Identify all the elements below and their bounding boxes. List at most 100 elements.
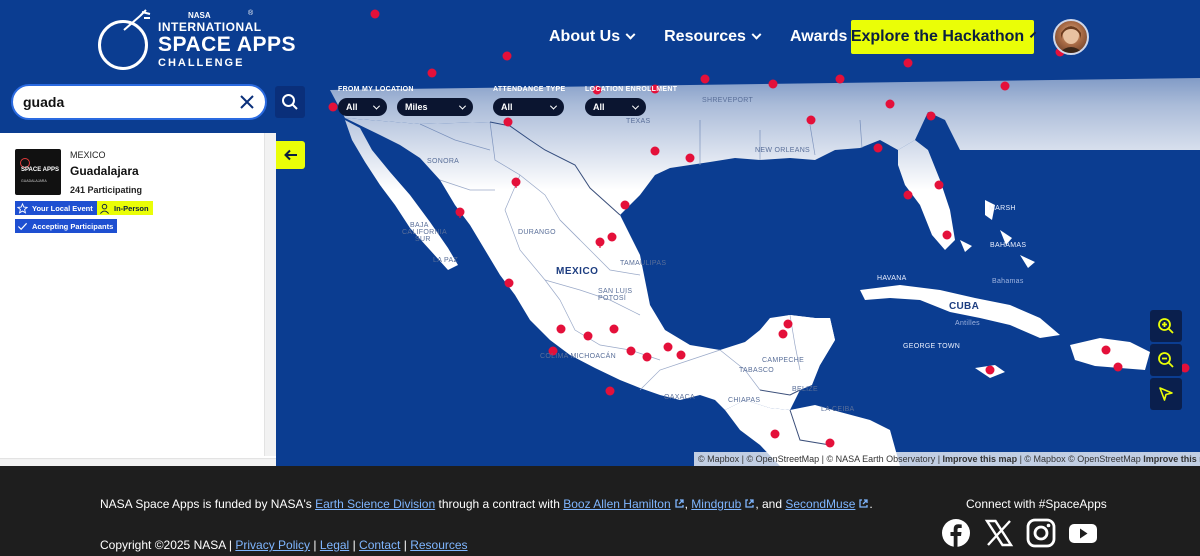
badge-local-event: Your Local Event <box>15 201 97 215</box>
map-label-george-town: GEORGE TOWN <box>903 343 961 350</box>
location-all-select[interactable]: All <box>338 98 387 116</box>
filter-location: FROM MY LOCATION All Miles <box>338 86 473 116</box>
user-avatar[interactable] <box>1053 19 1089 55</box>
resources-link[interactable]: Resources <box>410 538 467 552</box>
enrollment-value: All <box>593 102 605 112</box>
logo-line-2: SPACE APPS <box>158 33 297 56</box>
results-scrollbar[interactable] <box>264 133 276 456</box>
search-input[interactable] <box>23 94 223 110</box>
copyright-line: Copyright ©2025 NASA | Privacy Policy | … <box>100 538 468 552</box>
collapse-panel-button[interactable] <box>276 141 305 169</box>
map-label-tamaulipas: TAMAULIPAS <box>620 260 667 267</box>
event-participants: 241 Participating <box>70 185 143 195</box>
facebook-icon[interactable] <box>941 518 971 548</box>
map-label-la-ceiba: LA CEIBA <box>821 406 855 413</box>
map-label-potosi: POTOSÍ <box>598 295 627 302</box>
and-text: , and <box>755 497 786 511</box>
space-apps-logo[interactable]: NASA INTERNATIONAL SPACE APPS CHALLENGE … <box>98 8 296 70</box>
map-label-la-paz: LA PAZ <box>433 257 459 264</box>
nav-resources[interactable]: Resources <box>664 28 762 46</box>
map-label-durango: DURANGO <box>518 229 556 236</box>
external-link-icon <box>745 499 754 508</box>
badge-in-person: In-Person <box>97 201 153 215</box>
attr-mapbox-2[interactable]: © Mapbox <box>1024 454 1065 464</box>
attr-osm[interactable]: © OpenStreetMap <box>747 454 820 464</box>
map-label-baja: BAJA <box>410 222 429 229</box>
instagram-icon[interactable] <box>1026 518 1056 548</box>
logo-line-3: CHALLENGE <box>158 57 245 69</box>
distance-unit-select[interactable]: Miles <box>397 98 473 116</box>
map-label-new-orleans: NEW ORLEANS <box>755 147 811 154</box>
zoom-in-icon <box>1158 318 1174 334</box>
contact-link[interactable]: Contact <box>359 538 400 552</box>
attr-osm-2[interactable]: © OpenStreetMap <box>1068 454 1141 464</box>
map-label-bahamas: BAHAMAS <box>990 242 1027 249</box>
chevron-down-icon <box>372 102 381 110</box>
map-label-baja-2: CALIFORNIA <box>402 229 448 236</box>
legal-link[interactable]: Legal <box>320 538 349 552</box>
thumb-title: SPACE APPS <box>21 167 60 173</box>
map-label-cuba: CUBA <box>949 301 980 312</box>
map-label-san-luis: SAN LUIS <box>598 288 633 295</box>
filter-location-label: FROM MY LOCATION <box>338 86 414 93</box>
attr-nasa[interactable]: © NASA Earth Observatory <box>827 454 936 464</box>
attendance-type-value: All <box>501 102 513 112</box>
close-icon[interactable] <box>239 94 255 110</box>
logo-nasa: NASA <box>188 11 211 20</box>
explore-hackathon-button[interactable]: Explore the Hackathon <box>850 20 1037 54</box>
copyright-text: Copyright ©2025 NASA | <box>100 538 236 552</box>
attendance-type-select[interactable]: All <box>493 98 564 116</box>
attr-improve-2[interactable]: Improve this map <box>1143 454 1200 464</box>
bah-link[interactable]: Booz Allen Hamilton <box>563 497 670 511</box>
enrollment-select[interactable]: All <box>585 98 646 116</box>
map-label-chiapas: CHIAPAS <box>728 397 761 404</box>
main-nav: About Us Resources Awards <box>549 20 891 54</box>
privacy-policy-link[interactable]: Privacy Policy <box>235 538 310 552</box>
event-thumbnail: SPACE APPS GUADALAJARA <box>15 149 61 195</box>
contract-text: through a contract with <box>435 497 564 511</box>
connect-heading: Connect with #SpaceApps <box>966 497 1107 511</box>
x-twitter-icon[interactable] <box>984 518 1014 548</box>
funding-prefix: NASA Space Apps is funded by NASA's <box>100 497 316 511</box>
filter-attendance-label: ATTENDANCE TYPE <box>493 86 566 93</box>
logo-rocket-icon <box>123 9 151 31</box>
mindgrub-link[interactable]: Mindgrub <box>691 497 741 511</box>
zoom-in-button[interactable] <box>1150 310 1182 342</box>
distance-unit-value: Miles <box>405 102 428 112</box>
person-icon <box>100 203 109 214</box>
search-box <box>11 84 267 120</box>
event-country: MEXICO <box>70 150 106 160</box>
map-label-colima: COLIMA MICHOACÁN <box>540 353 616 360</box>
badge-accepting: Accepting Participants <box>15 219 118 233</box>
map-label-texas: TEXAS <box>626 118 651 125</box>
attr-improve[interactable]: Improve this map <box>943 454 1018 464</box>
youtube-icon[interactable] <box>1068 518 1098 548</box>
nav-about-us[interactable]: About Us <box>549 28 636 46</box>
location-all-value: All <box>346 102 358 112</box>
map-label-antilles: Antilles <box>955 320 980 327</box>
check-icon <box>17 222 28 230</box>
location-arrow-icon <box>1159 387 1173 401</box>
map-label-marsh: MARSH <box>989 205 1016 212</box>
nav-awards-label: Awards <box>789 28 848 45</box>
zoom-out-button[interactable] <box>1150 344 1182 376</box>
results-scrollbar-horizontal[interactable] <box>0 458 276 466</box>
filter-attendance: ATTENDANCE TYPE All <box>493 86 565 116</box>
chevron-down-icon <box>631 102 640 110</box>
map-label-mexico: MEXICO <box>556 266 599 277</box>
search-button[interactable] <box>275 86 305 118</box>
chevron-down-icon <box>458 102 467 110</box>
thumb-subtitle: GUADALAJARA <box>21 179 47 183</box>
zoom-out-icon <box>1158 352 1174 368</box>
my-location-button[interactable] <box>1150 378 1182 410</box>
explore-hackathon-label: Explore the Hackathon <box>850 28 1025 45</box>
event-name: Guadalajara <box>70 164 139 178</box>
badge-local-event-label: Your Local Event <box>32 203 93 213</box>
funding-statement: NASA Space Apps is funded by NASA's Eart… <box>100 497 873 511</box>
attr-mapbox[interactable]: © Mapbox <box>698 454 739 464</box>
external-link-icon <box>859 499 869 508</box>
logo-registered: ® <box>248 10 254 17</box>
esd-link[interactable]: Earth Science Division <box>315 497 435 511</box>
map-label-bahamas-sea: Bahamas <box>992 278 1024 285</box>
secondmuse-link[interactable]: SecondMuse <box>785 497 855 511</box>
